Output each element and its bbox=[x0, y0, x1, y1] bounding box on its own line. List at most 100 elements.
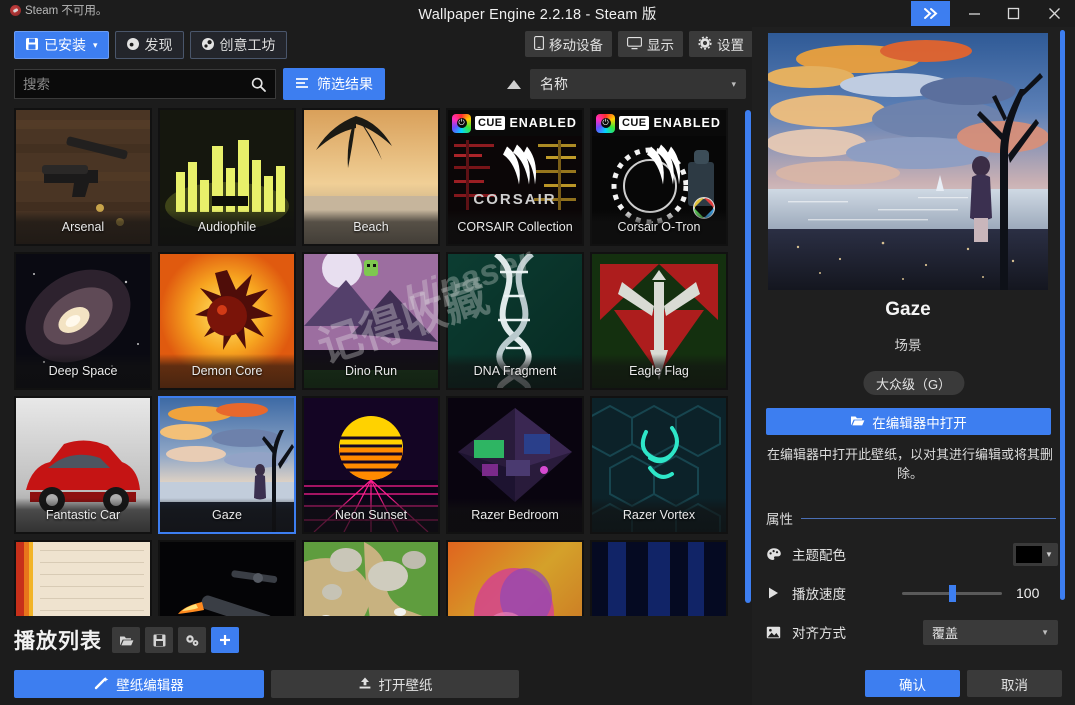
wallpaper-item-title: CORSAIR Collection bbox=[448, 210, 582, 244]
wallpaper-item[interactable]: Deep Space bbox=[14, 252, 152, 390]
chevron-down-icon[interactable]: ▼ bbox=[1041, 628, 1049, 637]
sort-selected-label: 名称 bbox=[540, 76, 568, 92]
cue-badge-label: CUE bbox=[619, 116, 650, 130]
wallpaper-engine-window: Steam 不可用。 Wallpaper Engine 2.2.18 - Ste… bbox=[0, 0, 1075, 705]
chevron-down-icon: ▾ bbox=[93, 39, 98, 50]
expand-panel-button[interactable] bbox=[911, 1, 950, 26]
theme-color-picker[interactable]: ▼ bbox=[1013, 542, 1058, 566]
wallpaper-item[interactable] bbox=[302, 540, 440, 616]
wallpaper-item[interactable]: Razer Bedroom bbox=[446, 396, 584, 534]
tab-discover[interactable]: 发现 bbox=[114, 31, 184, 59]
wallpaper-grid-area[interactable]: Arsenal Audiophile Beach ⏻ CUE ENABLED CORSAIR… bbox=[14, 108, 736, 616]
settings-button[interactable]: 设置 bbox=[689, 31, 753, 57]
tab-installed[interactable]: 已安装 ▾ bbox=[14, 31, 109, 59]
property-label-alignment: 对齐方式 bbox=[792, 626, 846, 641]
cue-enabled-label: ENABLED bbox=[509, 116, 577, 130]
wallpaper-thumbnail-paper bbox=[16, 542, 150, 616]
wallpaper-item[interactable] bbox=[590, 540, 728, 616]
wallpaper-item[interactable]: Dino Run bbox=[302, 252, 440, 390]
wallpaper-item[interactable]: Razer Vortex bbox=[590, 396, 728, 534]
grid-scrollbar[interactable] bbox=[745, 108, 751, 616]
playback-speed-slider[interactable] bbox=[902, 584, 1002, 602]
chevron-down-icon[interactable]: ▼ bbox=[1045, 550, 1053, 559]
tab-installed-label: 已安装 bbox=[44, 37, 86, 53]
wallpaper-item-title: Neon Sunset bbox=[304, 498, 438, 532]
grid-scrollbar-thumb[interactable] bbox=[745, 110, 751, 603]
wallpaper-item[interactable]: Eagle Flag bbox=[590, 252, 728, 390]
play-icon bbox=[766, 586, 792, 600]
wallpaper-item[interactable]: DNA Fragment bbox=[446, 252, 584, 390]
close-button[interactable] bbox=[1033, 0, 1075, 27]
cue-enabled-label: ENABLED bbox=[653, 116, 721, 130]
sort-ascending-icon[interactable] bbox=[503, 75, 525, 93]
sort-select[interactable]: 名称 ▾ bbox=[530, 69, 746, 99]
folder-open-icon bbox=[119, 636, 133, 645]
filter-results-button[interactable]: 筛选结果 bbox=[283, 68, 385, 100]
search-icon[interactable] bbox=[251, 77, 275, 92]
wallpaper-item[interactable]: ⏻ CUE ENABLED Corsair O-Tron bbox=[590, 108, 728, 246]
monitor-icon bbox=[627, 36, 642, 53]
maximize-button[interactable] bbox=[994, 0, 1033, 27]
filter-icon bbox=[295, 76, 310, 93]
panel-scrollbar-thumb[interactable] bbox=[1060, 30, 1065, 600]
panel-scrollbar[interactable] bbox=[1060, 30, 1065, 600]
save-icon bbox=[25, 37, 39, 54]
mobile-devices-button[interactable]: 移动设备 bbox=[525, 31, 612, 57]
slider-handle[interactable] bbox=[949, 585, 956, 602]
wallpaper-item[interactable]: Arsenal bbox=[14, 108, 152, 246]
wallpaper-item[interactable]: Demon Core bbox=[158, 252, 296, 390]
wallpaper-item[interactable] bbox=[14, 540, 152, 616]
wallpaper-item-title: Demon Core bbox=[160, 354, 294, 388]
wallpaper-item[interactable]: Fantastic Car bbox=[14, 396, 152, 534]
properties-heading: 属性 bbox=[766, 508, 1056, 528]
tab-workshop[interactable]: 创意工坊 bbox=[189, 31, 287, 59]
open-wallpaper-label: 打开壁纸 bbox=[378, 678, 433, 693]
playlist-title: 播放列表 bbox=[14, 630, 102, 653]
cue-enabled-banner: ⏻ CUE ENABLED bbox=[592, 110, 726, 136]
wallpaper-thumbnail-bluehex bbox=[592, 542, 726, 616]
wallpaper-item[interactable]: Gaze bbox=[158, 396, 296, 534]
cue-badge-label: CUE bbox=[475, 116, 506, 130]
status-badge: 大众级（G） bbox=[862, 371, 965, 395]
wallpaper-type: 场景 bbox=[894, 338, 922, 353]
wallpaper-item-title: Arsenal bbox=[16, 210, 150, 244]
display-label: 显示 bbox=[647, 38, 674, 53]
open-in-editor-label: 在编辑器中打开 bbox=[872, 415, 967, 431]
mobile-devices-label: 移动设备 bbox=[549, 38, 603, 53]
cancel-button[interactable]: 取消 bbox=[967, 670, 1062, 697]
wallpaper-item[interactable]: Audiophile bbox=[158, 108, 296, 246]
wallpaper-item-title: Dino Run bbox=[304, 354, 438, 388]
wallpaper-item[interactable]: Neon Sunset bbox=[302, 396, 440, 534]
open-in-editor-button[interactable]: 在编辑器中打开 bbox=[766, 408, 1051, 435]
wallpaper-item[interactable] bbox=[158, 540, 296, 616]
display-button[interactable]: 显示 bbox=[618, 31, 683, 57]
search-row: 筛选结果 名称 ▾ bbox=[0, 63, 750, 105]
wallpaper-editor-button[interactable]: 壁纸编辑器 bbox=[14, 670, 264, 698]
plus-icon bbox=[220, 635, 230, 645]
wallpaper-preview-container[interactable] bbox=[752, 27, 1064, 295]
window-controls bbox=[911, 0, 1075, 27]
playlist-settings-button[interactable] bbox=[178, 627, 206, 653]
divider bbox=[801, 517, 1056, 519]
confirm-button[interactable]: 确认 bbox=[865, 670, 960, 697]
alignment-select[interactable]: 覆盖 ▼ bbox=[923, 619, 1058, 645]
add-playlist-button[interactable] bbox=[211, 627, 239, 653]
wallpaper-item[interactable] bbox=[446, 540, 584, 616]
palette-icon bbox=[766, 547, 792, 562]
open-playlist-button[interactable] bbox=[112, 627, 140, 653]
wallpaper-item[interactable]: ⏻ CUE ENABLED CORSAIR CORSAIR Collection bbox=[446, 108, 584, 246]
wallpaper-item-title: Corsair O-Tron bbox=[592, 210, 726, 244]
title-bar: Steam 不可用。 Wallpaper Engine 2.2.18 - Ste… bbox=[0, 0, 1075, 27]
minimize-button[interactable] bbox=[955, 0, 994, 27]
wallpaper-item[interactable]: Beach bbox=[302, 108, 440, 246]
open-wallpaper-button[interactable]: 打开壁纸 bbox=[271, 670, 519, 698]
wallpaper-item-title: Gaze bbox=[160, 498, 294, 532]
save-playlist-button[interactable] bbox=[145, 627, 173, 653]
search-box[interactable] bbox=[14, 69, 276, 99]
wallpaper-item-title: Fantastic Car bbox=[16, 498, 150, 532]
search-input[interactable] bbox=[15, 70, 251, 98]
color-swatch[interactable] bbox=[1016, 545, 1042, 563]
filter-results-label: 筛选结果 bbox=[317, 76, 373, 92]
wallpaper-item-title: Eagle Flag bbox=[592, 354, 726, 388]
settings-gears-icon bbox=[185, 634, 198, 646]
